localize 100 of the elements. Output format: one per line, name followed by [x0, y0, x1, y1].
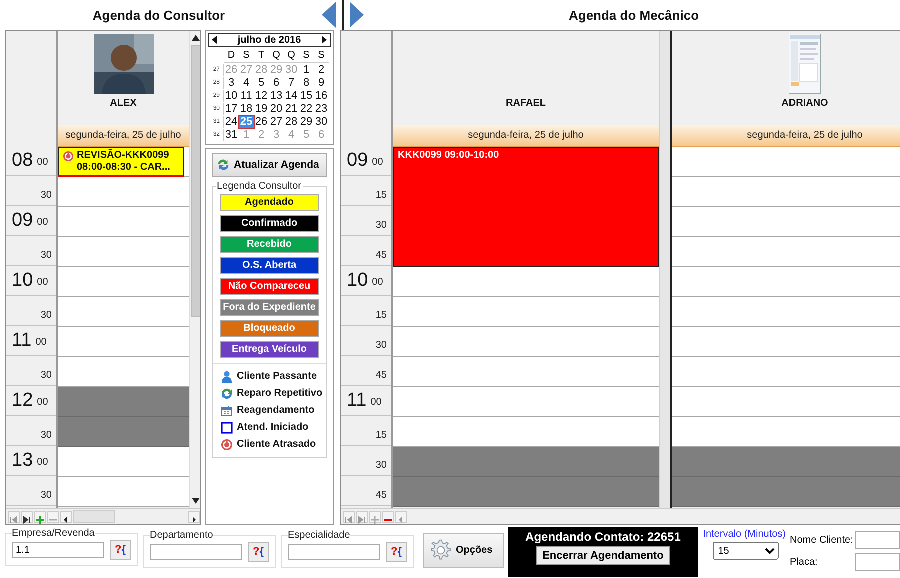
calendar-day[interactable]: 8: [299, 76, 314, 88]
panel-title: Agenda do Mecânico: [568, 8, 700, 22]
appointment[interactable]: KKK0099 09:00-10:00: [393, 147, 659, 267]
input-field[interactable]: 1.1: [12, 542, 104, 558]
blocked-slot[interactable]: [58, 387, 189, 417]
time-slot[interactable]: [58, 327, 189, 357]
splitter-bar[interactable]: [659, 31, 672, 508]
lookup-button[interactable]: ?{: [386, 542, 407, 562]
blocked-slot[interactable]: [672, 477, 900, 507]
minute-label: 00: [37, 397, 48, 408]
calendar-day[interactable]: 7: [284, 76, 299, 88]
remove-icon[interactable]: [382, 510, 394, 522]
calendar-day[interactable]: 17: [224, 102, 239, 114]
next-month-icon[interactable]: [322, 36, 327, 44]
scroll-left-icon[interactable]: [60, 510, 72, 522]
status-legend-item: Bloqueado: [220, 320, 319, 337]
calendar-day[interactable]: 24: [224, 116, 239, 128]
scroll-right-icon[interactable]: [188, 510, 200, 522]
blocked-slot[interactable]: [58, 417, 189, 447]
calendar-day[interactable]: 9: [314, 76, 329, 88]
hour-label: 08: [12, 150, 34, 172]
calendar-day[interactable]: 5: [254, 76, 269, 88]
calendar-day[interactable]: 13: [269, 90, 284, 102]
calendar-day[interactable]: 14: [284, 90, 299, 102]
input-field[interactable]: [855, 553, 900, 571]
legend-label: Reparo Repetitivo: [237, 388, 323, 399]
date-header: segunda-feira, 25 de julho: [672, 125, 900, 147]
add-icon[interactable]: [369, 510, 381, 522]
end-button[interactable]: Encerrar Agendamento: [536, 546, 670, 565]
calendar-day[interactable]: 16: [314, 90, 329, 102]
square-icon: [221, 422, 233, 434]
previous-month-icon[interactable]: [212, 36, 217, 44]
time-slot[interactable]: [672, 147, 900, 177]
blocked-slot[interactable]: [672, 447, 900, 477]
calendar-day[interactable]: 1: [299, 64, 314, 76]
time-slot[interactable]: [672, 417, 900, 447]
input-field[interactable]: [150, 544, 242, 560]
calendar-day[interactable]: 30: [314, 116, 329, 128]
calendar-day[interactable]: 18: [239, 102, 254, 114]
minute-label: 30: [376, 340, 387, 351]
scroll-down-icon[interactable]: [192, 498, 200, 504]
calendar-day[interactable]: 11: [239, 90, 254, 102]
weekday-label: D: [226, 50, 236, 61]
minute-label: 30: [40, 190, 52, 201]
collapse-left-icon[interactable]: [322, 2, 336, 28]
calendar-day[interactable]: 15: [299, 90, 314, 102]
collapse-right-icon[interactable]: [350, 2, 364, 28]
calendar-day[interactable]: 22: [299, 102, 314, 114]
blocked-slot[interactable]: [393, 447, 659, 477]
scrollbar-thumb[interactable]: [73, 510, 115, 523]
hour-label: 12: [12, 390, 34, 412]
time-slot[interactable]: [672, 357, 900, 387]
hour-label: 10: [12, 270, 34, 292]
calendar-day[interactable]: 21: [284, 102, 299, 114]
time-slot[interactable]: [58, 447, 189, 477]
calendar-day[interactable]: 3: [224, 76, 239, 88]
calendar-day[interactable]: 31: [224, 128, 239, 140]
minute-label: 30: [40, 250, 52, 261]
weekday-label: S: [242, 50, 251, 61]
calendar-day[interactable]: 10: [224, 90, 239, 102]
interval-dropdown[interactable]: 15: [713, 542, 780, 560]
time-slot[interactable]: [393, 417, 659, 447]
weekday-label: S: [317, 50, 326, 61]
time-slot[interactable]: [58, 177, 189, 207]
calendar-day[interactable]: 12: [254, 90, 269, 102]
time-slot[interactable]: [58, 207, 189, 237]
refresh-button[interactable]: Atualizar Agenda: [212, 153, 327, 177]
calendar-day[interactable]: 23: [314, 102, 329, 114]
lookup-button[interactable]: ?{: [248, 542, 269, 562]
time-slot[interactable]: [672, 177, 900, 207]
scroll-up-icon[interactable]: [192, 35, 200, 41]
first-icon[interactable]: [343, 510, 355, 522]
calendar-day[interactable]: 19: [254, 102, 269, 114]
time-slot[interactable]: [672, 387, 900, 417]
input-field[interactable]: [288, 544, 380, 560]
time-slot[interactable]: [58, 297, 189, 327]
calendar-day[interactable]: 28: [284, 116, 299, 128]
calendar-day[interactable]: 6: [269, 76, 284, 88]
minute-label: 00: [36, 337, 47, 348]
minute-label: 45: [376, 250, 387, 261]
time-slot[interactable]: [58, 357, 189, 387]
time-slot[interactable]: [393, 387, 659, 417]
calendar-day[interactable]: 20: [269, 102, 284, 114]
field-label: Especialidade: [288, 530, 350, 541]
minute-label: 45: [376, 370, 387, 381]
person-icon: [221, 370, 233, 382]
options-button[interactable]: Opções: [423, 533, 504, 568]
calendar-day[interactable]: 27: [269, 116, 284, 128]
calendar-day[interactable]: 4: [239, 76, 254, 88]
calendar-day[interactable]: 29: [299, 116, 314, 128]
vertical-scrollbar[interactable]: [189, 31, 200, 508]
input-field[interactable]: [855, 531, 900, 549]
lookup-button[interactable]: ?{: [110, 540, 131, 560]
time-slot[interactable]: [58, 237, 189, 267]
time-slot[interactable]: [58, 267, 189, 297]
scrollbar-thumb[interactable]: [190, 45, 200, 317]
calendar-day[interactable]: 26: [254, 116, 269, 128]
contact-status: Agendando Contato: 22651: [526, 530, 681, 544]
last-icon[interactable]: [21, 510, 33, 522]
calendar-day[interactable]: 2: [314, 64, 329, 76]
